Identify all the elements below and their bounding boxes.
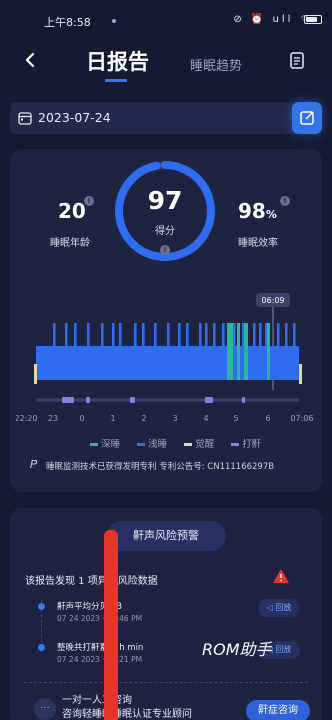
- x-tick-label: 6: [265, 414, 270, 423]
- light-sleep-spike: [101, 323, 104, 380]
- back-arrow-icon[interactable]: [20, 50, 40, 70]
- edit-icon: [300, 111, 314, 125]
- sleep-age-info-icon[interactable]: !: [84, 196, 94, 206]
- consult-subtitle: 咨询轻睡眠睡眠认证专业顾问: [62, 709, 192, 720]
- sleep-efficiency-label: 睡眠效率: [238, 238, 278, 249]
- light-sleep-spike: [134, 323, 137, 380]
- tab-daily-report[interactable]: 日报告: [86, 46, 149, 76]
- record-time: 07 24 2023 · 22:46 PM: [57, 614, 143, 623]
- export-report-icon[interactable]: [290, 52, 304, 69]
- light-sleep-spike: [119, 323, 122, 380]
- x-tick-label: 22:20: [16, 414, 38, 423]
- x-tick-label: 3: [172, 414, 177, 423]
- sleep-efficiency-value: 98%: [238, 199, 277, 223]
- light-sleep-spike: [53, 323, 56, 380]
- sleep-stage-chart[interactable]: 06:09 22:20 23 0 1 2 3 4 5 6 07:06: [16, 290, 316, 430]
- status-bar: 上午8:58 ⊘ ⏰ ull ⌔: [0, 0, 332, 42]
- light-sleep-spike: [167, 323, 170, 380]
- x-tick-label: 1: [110, 414, 115, 423]
- light-sleep-spike: [293, 323, 296, 380]
- light-sleep-spike: [142, 323, 145, 380]
- light-sleep-spike: [222, 323, 225, 380]
- light-sleep-spike: [233, 323, 236, 380]
- x-tick-label: 0: [79, 414, 84, 423]
- consult-title: 一对一人工咨询: [62, 695, 132, 706]
- efficiency-unit: %: [265, 208, 277, 221]
- light-sleep-spike: [253, 323, 256, 380]
- awake-segment: [34, 364, 37, 384]
- risk-found-text: 该报告发现 1 项异常风险数据: [25, 576, 158, 587]
- red-annotation-bar: [104, 530, 118, 720]
- record-dot: [38, 603, 45, 610]
- tab-sleep-trend[interactable]: 睡眠趋势: [190, 55, 242, 74]
- snore-segment: [130, 397, 135, 403]
- light-sleep-spike: [277, 323, 280, 380]
- score-info-icon[interactable]: !: [160, 245, 170, 255]
- sleep-age-label: 睡眠年龄: [50, 238, 90, 249]
- battery-icon: [304, 15, 322, 24]
- light-sleep-spike: [178, 323, 181, 380]
- chart-legend: 深睡 浅睡 觉醒 打鼾: [90, 436, 275, 450]
- snore-segment: [86, 397, 90, 403]
- x-tick-label: 4: [203, 414, 208, 423]
- x-tick-label: 07:06: [290, 414, 313, 423]
- deep-sleep-segment: [237, 323, 240, 380]
- replay-button[interactable]: ◁ 回放: [258, 599, 300, 617]
- legend-awake: 觉醒: [184, 436, 214, 450]
- legend-deep-sleep: 深睡: [90, 436, 120, 450]
- notification-dot-icon: [112, 19, 116, 23]
- calendar-icon: [18, 112, 32, 125]
- status-time: 上午8:58: [44, 16, 91, 29]
- light-sleep-spike: [65, 323, 68, 380]
- x-tick-label: 23: [48, 414, 58, 423]
- efficiency-info-icon[interactable]: !: [280, 196, 290, 206]
- light-sleep-spike: [186, 323, 189, 380]
- sleep-age-value: 20: [58, 199, 86, 223]
- legend-light-sleep: 浅睡: [137, 436, 167, 450]
- snore-consult-button[interactable]: 鼾症咨询: [246, 700, 310, 720]
- deep-sleep-segment: [244, 323, 248, 380]
- snore-segment: [62, 397, 74, 403]
- snore-segment: [242, 397, 245, 403]
- light-sleep-spike: [285, 323, 288, 380]
- active-tab-indicator: [105, 79, 127, 82]
- light-sleep-spike: [259, 323, 262, 380]
- light-sleep-spike: [154, 323, 157, 380]
- efficiency-number: 98: [238, 199, 266, 223]
- light-sleep-spike: [199, 323, 202, 380]
- date-value: 2023-07-24: [38, 110, 111, 125]
- chat-icon: ···: [34, 698, 56, 720]
- cursor-time-label: 06:09: [261, 296, 284, 305]
- legend-snore: 打鼾: [231, 436, 261, 450]
- snore-risk-warning-button[interactable]: 鼾声风险预警: [106, 521, 226, 551]
- deep-sleep-segment: [267, 323, 270, 380]
- watermark-text: ROM助手: [202, 640, 272, 659]
- record-dot: [38, 644, 45, 651]
- light-sleep-spike: [74, 323, 77, 380]
- x-tick-label: 5: [233, 414, 238, 423]
- record-time: 07 24 2023 · 22:21 PM: [57, 655, 143, 664]
- x-tick-label: 2: [141, 414, 146, 423]
- patent-icon: 𝑃: [30, 458, 38, 471]
- patent-text: 睡眠监测技术已获得发明专利 专利公告号: CN111166297B: [46, 462, 275, 472]
- edit-button[interactable]: [292, 102, 322, 134]
- warning-icon: [273, 569, 289, 583]
- snore-segment: [205, 397, 213, 403]
- score-label: 得分: [155, 226, 175, 237]
- awake-segment: [299, 364, 302, 384]
- divider: [24, 682, 308, 683]
- light-sleep-spike: [213, 323, 216, 380]
- score-value: 97: [147, 186, 183, 215]
- consult-text: 一对一人工咨询 咨询轻睡眠睡眠认证专业顾问: [62, 694, 192, 720]
- light-sleep-spike: [205, 323, 208, 380]
- record-title: 整晚共打鼾累计 h min: [57, 643, 144, 653]
- deep-sleep-segment: [227, 323, 233, 380]
- light-sleep-spike: [112, 323, 115, 380]
- light-sleep-spike: [87, 323, 90, 380]
- status-icons: ⊘ ⏰ ull ⌔: [233, 14, 312, 25]
